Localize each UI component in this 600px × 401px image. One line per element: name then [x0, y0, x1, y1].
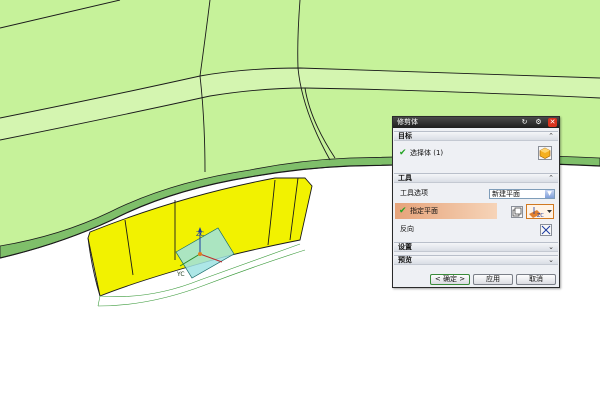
ok-button[interactable]: < 确定 >	[430, 274, 470, 285]
chevron-down-icon: ⌄	[548, 256, 554, 264]
plane-dialog-axis-label: ZC	[537, 213, 544, 218]
dropdown-arrow-icon[interactable]: ▼	[545, 190, 554, 198]
preview-section-header[interactable]: 预览 ⌄	[394, 255, 558, 265]
tool-option-row: 工具选项 新建平面 ▼	[394, 187, 558, 201]
chevron-up-icon: ⌃	[548, 132, 554, 140]
specify-plane-label: 指定平面	[410, 207, 438, 215]
tool-option-select[interactable]: 新建平面 ▼	[489, 189, 555, 199]
target-section-label: 目标	[398, 132, 412, 140]
dialog-titlebar[interactable]: 修剪体 ↻ ⚙ ✕	[393, 117, 559, 128]
trim-body-dialog: 修剪体 ↻ ⚙ ✕ 目标 ⌃ ✔ 选择体 (1) 工具 ⌃ 工具选项 新建平面 …	[392, 116, 560, 288]
plane-icon[interactable]	[511, 206, 523, 218]
select-body-label: 选择体 (1)	[410, 149, 444, 157]
close-icon[interactable]: ✕	[548, 118, 557, 127]
refresh-icon[interactable]: ↻	[520, 118, 529, 127]
check-icon: ✔	[399, 206, 407, 216]
preview-section-label: 预览	[398, 256, 412, 264]
tool-option-label: 工具选项	[400, 189, 428, 197]
select-body-row[interactable]: ✔ 选择体 (1)	[394, 143, 558, 163]
reverse-direction-icon[interactable]	[540, 224, 552, 236]
reverse-label: 反向	[400, 225, 414, 233]
reverse-row: 反向	[394, 223, 558, 237]
check-icon: ✔	[399, 148, 407, 158]
cancel-button[interactable]: 取消	[516, 274, 556, 285]
gear-icon[interactable]: ⚙	[534, 118, 543, 127]
solid-body-icon[interactable]	[538, 146, 552, 160]
plane-dialog-icon[interactable]: ZC	[526, 204, 554, 219]
chevron-down-icon: ⌄	[548, 243, 554, 251]
tool-section-header[interactable]: 工具 ⌃	[394, 173, 558, 183]
tool-section-label: 工具	[398, 174, 412, 182]
chevron-up-icon: ⌃	[548, 174, 554, 182]
settings-section-header[interactable]: 设置 ⌄	[394, 242, 558, 252]
axis-label-y: YC	[176, 271, 185, 278]
axis-label-z: ZC	[196, 231, 204, 238]
dialog-title: 修剪体	[397, 118, 418, 126]
tool-option-value: 新建平面	[492, 190, 520, 198]
apply-button[interactable]: 应用	[473, 274, 513, 285]
target-section-header[interactable]: 目标 ⌃	[394, 131, 558, 141]
specify-plane-row[interactable]: ✔ 指定平面 ZC	[394, 203, 558, 221]
settings-section-label: 设置	[398, 243, 412, 251]
